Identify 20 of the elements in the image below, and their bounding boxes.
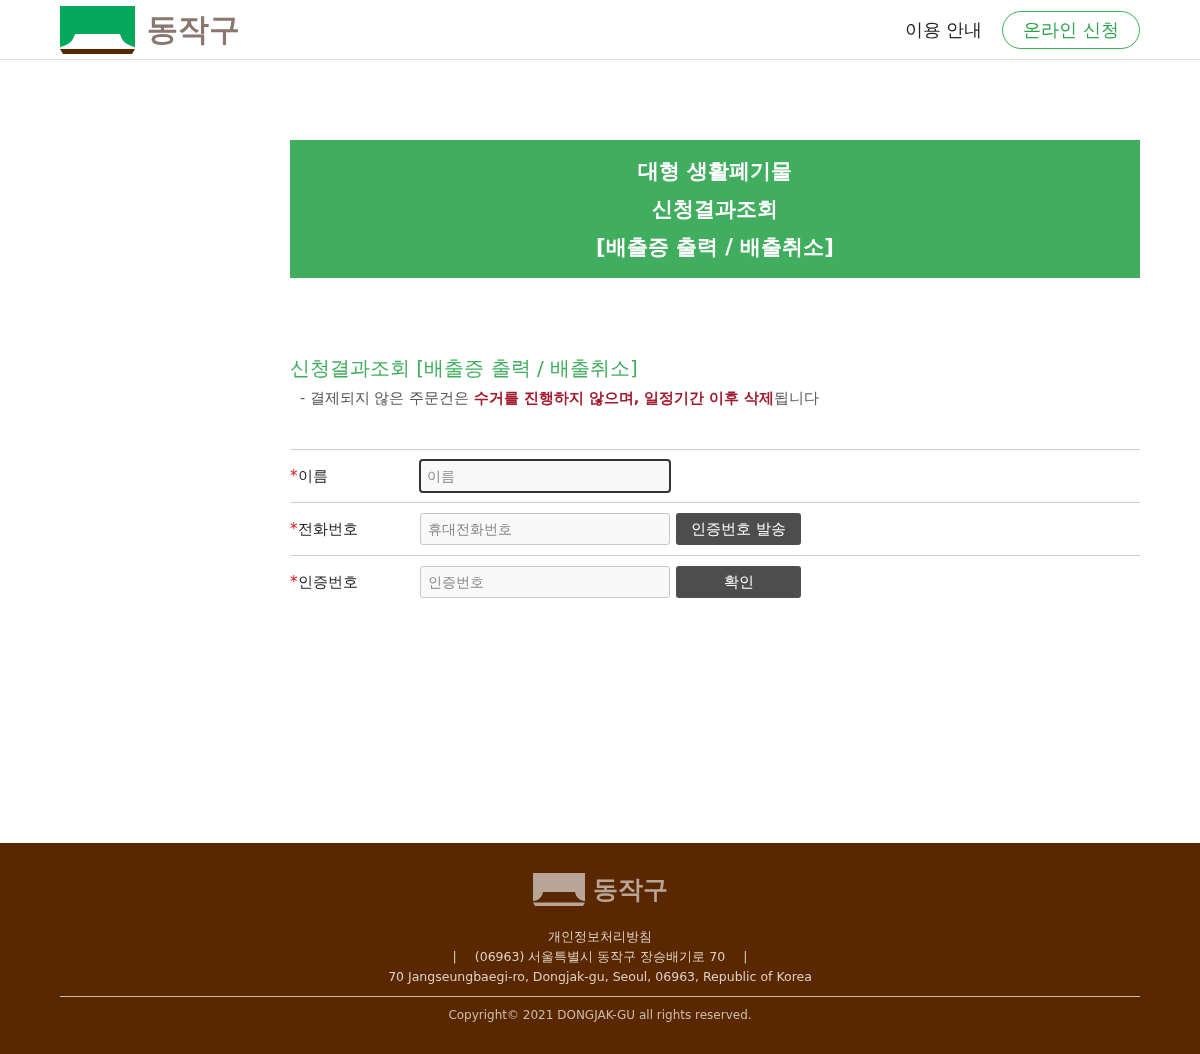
notice-text: - 결제되지 않은 주문건은 수거를 진행하지 않으며, 일정기간 이후 삭제됩니다 — [299, 389, 821, 408]
input-field[interactable]: 이름 — [419, 459, 671, 493]
privacy-policy-link[interactable]: 개인정보처리방침 — [548, 927, 652, 947]
action-button[interactable]: 확인 — [676, 566, 801, 598]
address-text: (06963) 서울특별시 동작구 장승배기로 70 — [474, 948, 726, 966]
banner-title: 대형 생활폐기물 신청결과조회 [배출증 출력 / 배출취소] — [595, 158, 835, 261]
copyright-text: Copyright© 2021 DONGJAK-GU all rights reserved. — [447, 1007, 753, 1024]
separator-text: | — [452, 948, 457, 966]
roof-logo-icon — [532, 873, 585, 906]
action-button[interactable]: 인증번호 발송 — [676, 513, 801, 545]
separator-text: | — [743, 948, 748, 966]
guide-link[interactable]: 이용 안내 — [904, 17, 983, 42]
field-label: *이름 — [290, 466, 329, 486]
home-logo-link[interactable]: 동작구 — [60, 5, 240, 54]
section-title: 신청결과조회 [배출증 출력 / 배출취소] — [290, 355, 639, 382]
field-label: *전화번호 — [290, 519, 359, 539]
english-address-text: 70 Jangseungbaegi-ro, Dongjak-gu, Seoul, 06963, Republic of Korea — [388, 968, 812, 986]
footer-logo-text: 동작구 — [592, 874, 668, 906]
field-label: *인증번호 — [290, 572, 359, 592]
roof-logo-icon — [60, 5, 135, 54]
